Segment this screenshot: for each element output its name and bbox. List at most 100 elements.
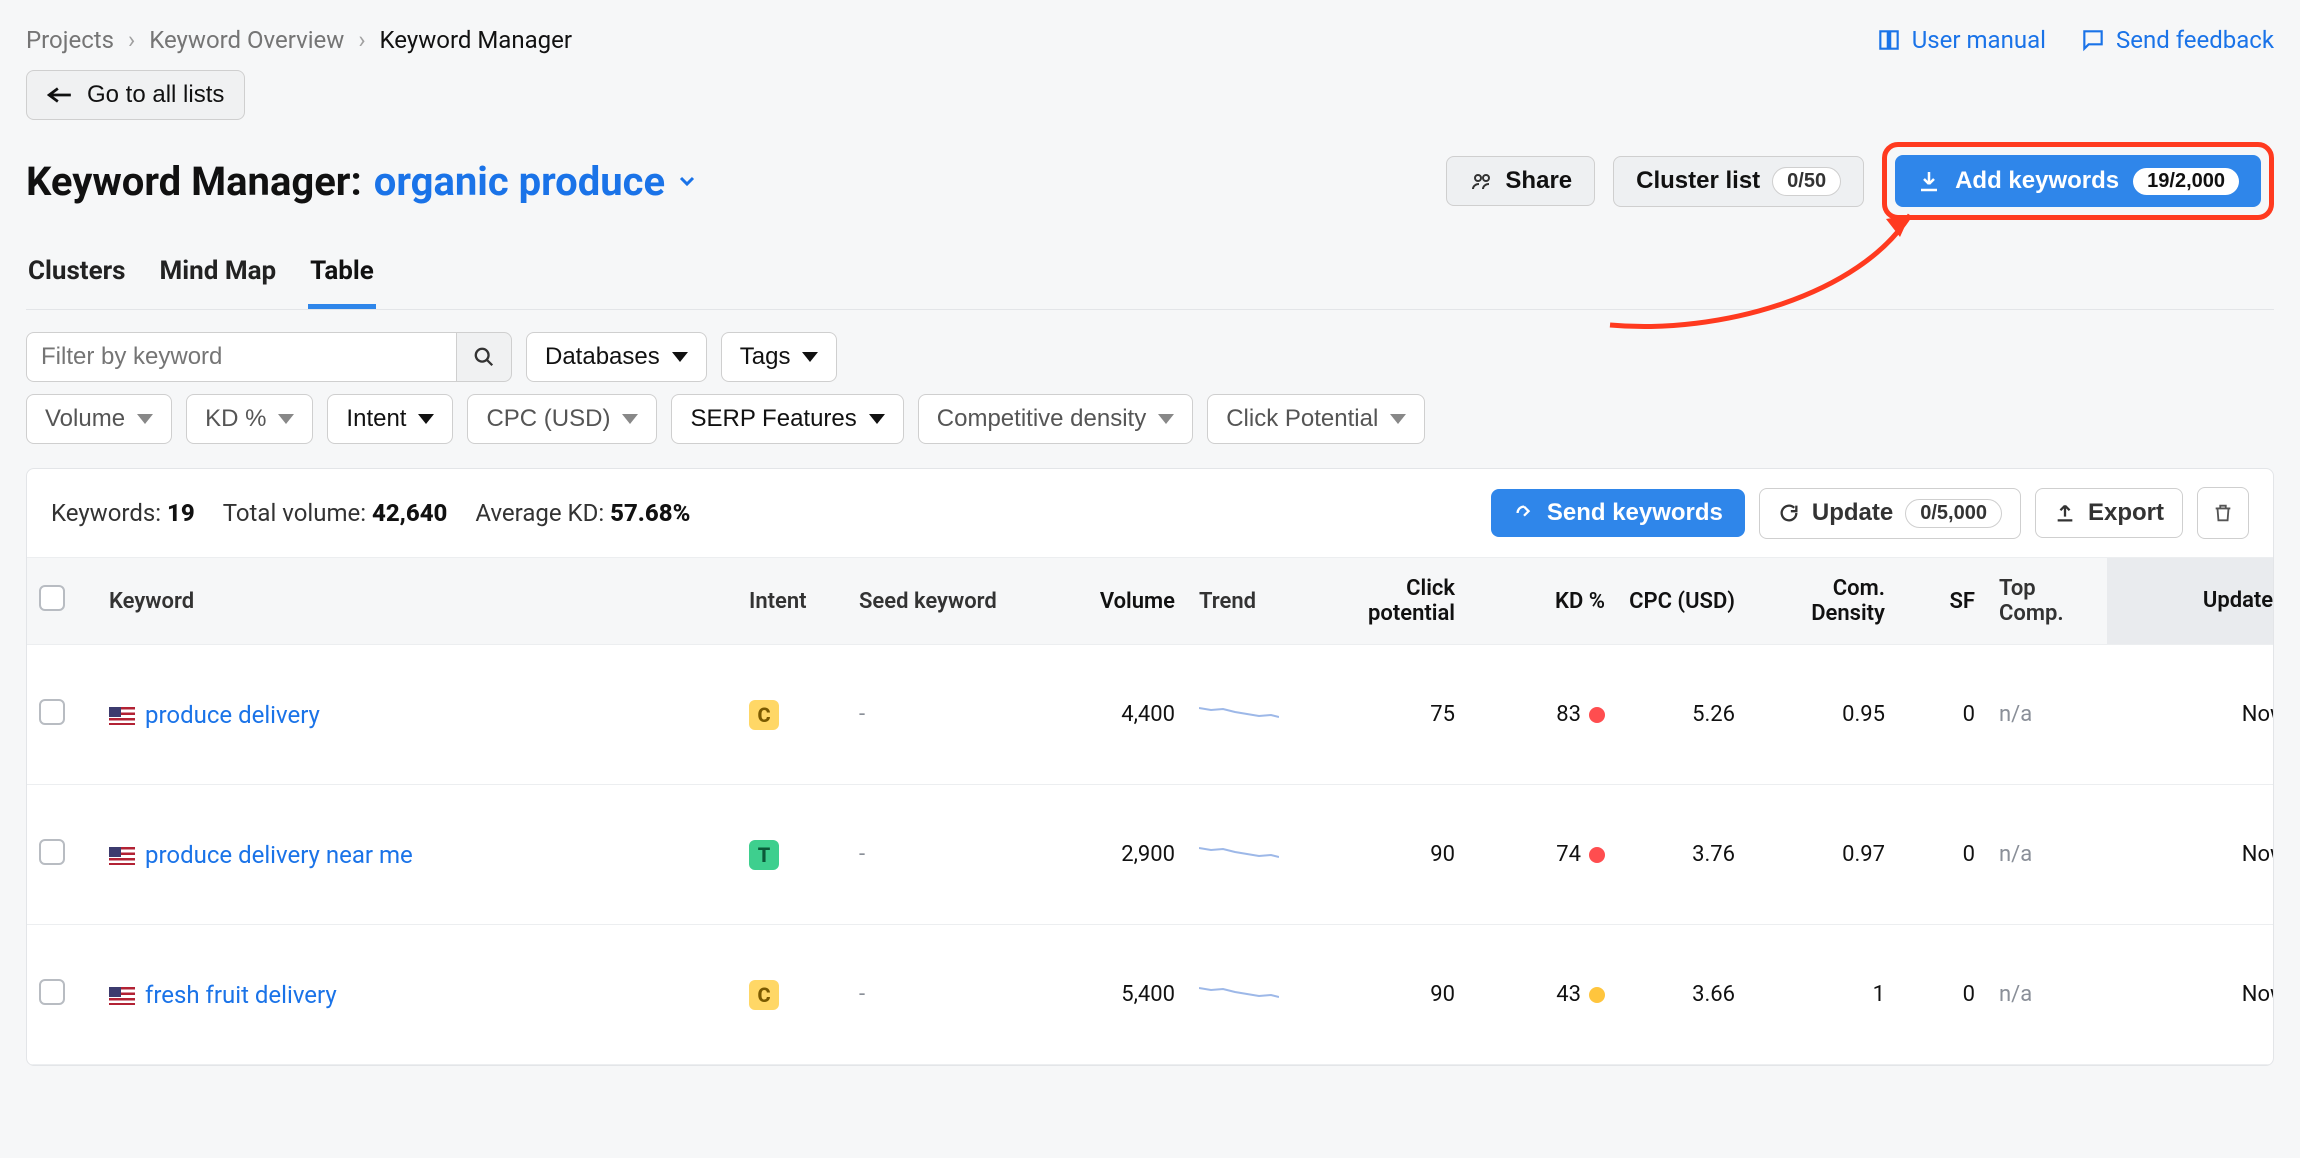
stats-kd-value: 57.68% [610,499,690,527]
breadcrumb-item[interactable]: Keyword Overview [149,26,344,54]
add-keywords-button[interactable]: Add keywords 19/2,000 [1895,155,2261,207]
update-badge: 0/5,000 [1905,499,2002,528]
filter-volume[interactable]: Volume [26,394,172,444]
us-flag-icon [109,987,135,1005]
share-button[interactable]: Share [1446,156,1595,206]
download-icon [1917,169,1941,193]
feedback-icon [2080,27,2106,53]
filter-search [26,332,512,382]
filter-databases[interactable]: Databases [526,332,707,382]
keyword-link[interactable]: produce delivery near me [145,841,413,869]
intent-badge: C [749,700,779,730]
annotation-highlight: Add keywords 19/2,000 [1882,142,2274,220]
send-feedback-link[interactable]: Send feedback [2080,26,2274,54]
col-sf[interactable]: SF [1897,558,1987,645]
filter-search-button[interactable] [456,332,512,382]
chevron-down-icon [622,414,638,424]
cluster-list-button[interactable]: Cluster list 0/50 [1613,156,1864,207]
stats-keywords-label: Keywords: [51,499,161,527]
cpc-value: 5.26 [1617,645,1747,785]
filter-cpc-label: CPC (USD) [486,405,610,433]
update-button[interactable]: Update 0/5,000 [1759,488,2021,539]
select-all-checkbox[interactable] [39,585,65,611]
stats-volume-label: Total volume: [223,499,366,527]
project-dropdown[interactable]: organic produce [374,158,699,205]
seed-value: - [847,645,1037,785]
tabs: Clusters Mind Map Table [26,246,2274,310]
tab-mind-map[interactable]: Mind Map [158,246,279,309]
filter-comp[interactable]: Competitive density [918,394,1193,444]
seed-value: - [847,785,1037,925]
filter-click-label: Click Potential [1226,405,1378,433]
trend-sparkline [1199,838,1279,866]
col-updated[interactable]: Updated [2107,558,2274,645]
filter-tags[interactable]: Tags [721,332,838,382]
volume-value: 2,900 [1037,785,1187,925]
keyword-link[interactable]: produce delivery [145,701,320,729]
kd-value: 83 [1467,645,1617,785]
sf-value: 0 [1897,785,1987,925]
breadcrumb-item[interactable]: Keyword Manager [380,26,572,54]
filter-serp[interactable]: SERP Features [671,394,903,444]
search-icon [473,346,495,368]
click-value: 90 [1307,785,1467,925]
col-click[interactable]: Click potential [1307,558,1467,645]
col-volume[interactable]: Volume [1037,558,1187,645]
arrow-forward-icon [1513,502,1535,524]
row-checkbox[interactable] [39,839,65,865]
col-trend[interactable]: Trend [1187,558,1307,645]
tab-table[interactable]: Table [308,246,376,309]
kd-value: 43 [1467,925,1617,1065]
breadcrumb: Projects › Keyword Overview › Keyword Ma… [26,26,572,54]
chevron-down-icon [869,414,885,424]
keywords-table: Keyword Intent Seed keyword Volume Trend… [27,558,2274,1065]
row-checkbox[interactable] [39,699,65,725]
chevron-down-icon [672,352,688,362]
filter-intent[interactable]: Intent [327,394,453,444]
updated-value: Now [2242,702,2274,727]
tab-clusters[interactable]: Clusters [26,246,128,309]
updated-value: Now [2242,842,2274,867]
trash-icon [2212,502,2234,524]
top-value: n/a [1987,925,2107,1065]
col-com[interactable]: Com. Density [1747,558,1897,645]
filter-cpc[interactable]: CPC (USD) [467,394,657,444]
filter-keyword-input[interactable] [26,332,456,382]
cpc-value: 3.76 [1617,785,1747,925]
col-seed[interactable]: Seed keyword [847,558,1037,645]
filter-tags-label: Tags [740,343,791,371]
chevron-down-icon [1390,414,1406,424]
project-name: organic produce [374,158,665,205]
export-button[interactable]: Export [2035,488,2183,538]
send-keywords-button[interactable]: Send keywords [1491,489,1745,537]
arrow-left-icon [47,85,73,105]
row-checkbox[interactable] [39,979,65,1005]
us-flag-icon [109,847,135,865]
filter-kd[interactable]: KD % [186,394,313,444]
col-top[interactable]: Top Comp. [1987,558,2107,645]
intent-badge: C [749,980,779,1010]
add-keywords-label: Add keywords [1955,167,2119,195]
col-kd[interactable]: KD % [1467,558,1617,645]
kd-dot-icon [1589,987,1605,1003]
stats-summary: Keywords: 19 Total volume: 42,640 Averag… [51,499,690,527]
click-value: 90 [1307,925,1467,1065]
col-keyword[interactable]: Keyword [97,558,737,645]
user-manual-link[interactable]: User manual [1876,26,2046,54]
updated-value: Now [2242,982,2274,1007]
chevron-right-icon: › [128,26,135,54]
col-intent[interactable]: Intent [737,558,847,645]
com-value: 0.97 [1747,785,1897,925]
click-value: 75 [1307,645,1467,785]
sf-value: 0 [1897,925,1987,1065]
filter-click[interactable]: Click Potential [1207,394,1425,444]
intent-badge: T [749,840,779,870]
breadcrumb-item[interactable]: Projects [26,26,114,54]
col-cpc[interactable]: CPC (USD) [1617,558,1747,645]
delete-all-button[interactable] [2197,487,2249,539]
chevron-down-icon [137,414,153,424]
volume-value: 4,400 [1037,645,1187,785]
keyword-link[interactable]: fresh fruit delivery [145,981,337,1009]
back-to-lists-button[interactable]: Go to all lists [26,70,245,120]
share-label: Share [1505,167,1572,195]
